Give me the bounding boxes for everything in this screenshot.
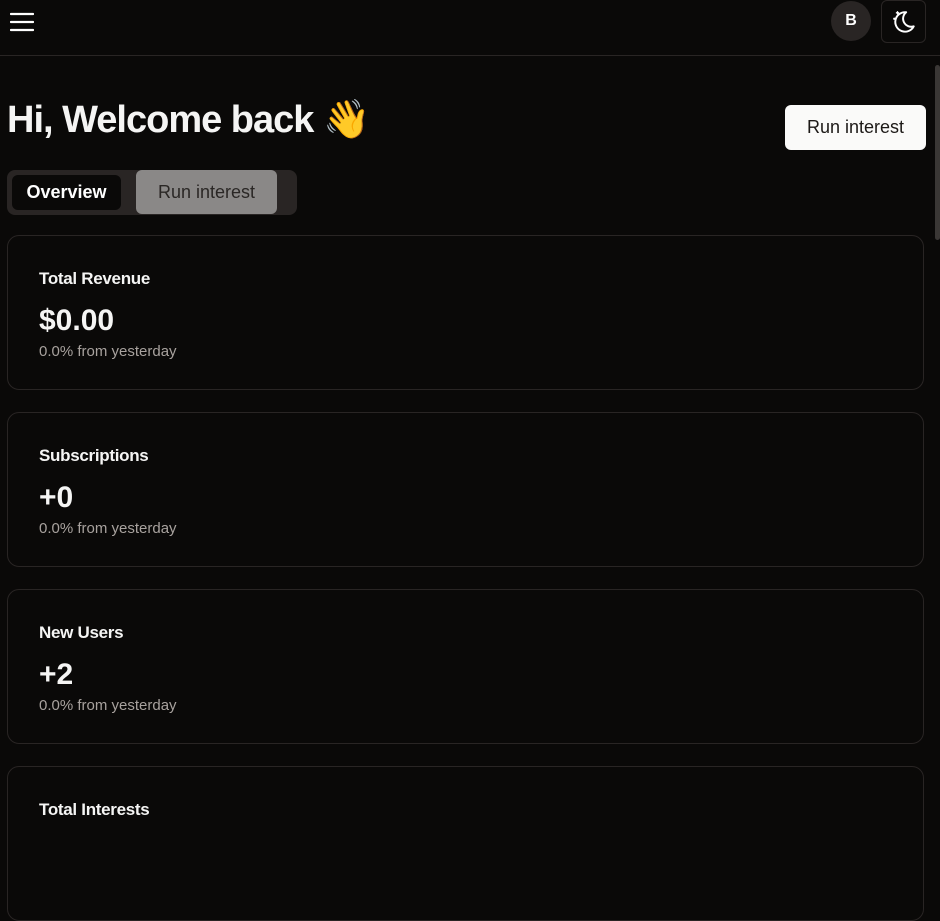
stat-card-subscriptions: Subscriptions +0 0.0% from yesterday xyxy=(7,412,924,567)
card-subtext: 0.0% from yesterday xyxy=(39,520,177,537)
scrollbar-thumb[interactable] xyxy=(935,65,940,240)
stat-card-total-revenue: Total Revenue $0.00 0.0% from yesterday xyxy=(7,235,924,390)
card-value: $0.00 xyxy=(39,304,115,337)
theme-toggle-button[interactable] xyxy=(881,0,926,43)
card-title: Subscriptions xyxy=(39,446,149,465)
card-title: Total Interests xyxy=(39,800,150,819)
card-subtext: 0.0% from yesterday xyxy=(39,697,177,714)
tab-list: Overview Run interest xyxy=(7,170,297,215)
card-value: +2 xyxy=(39,658,74,691)
run-interest-button[interactable]: Run interest xyxy=(785,105,926,150)
stat-card-new-users: New Users +2 0.0% from yesterday xyxy=(7,589,924,744)
avatar-initial: B xyxy=(845,12,857,29)
hamburger-menu-icon[interactable] xyxy=(9,10,35,34)
tab-overview[interactable]: Overview xyxy=(12,175,121,210)
card-subtext: 0.0% from yesterday xyxy=(39,343,177,360)
stat-card-total-interests: Total Interests xyxy=(7,766,924,921)
tab-run-interest[interactable]: Run interest xyxy=(136,170,277,214)
card-title: Total Revenue xyxy=(39,269,151,288)
page-title: Hi, Welcome back 👋 xyxy=(7,99,370,141)
top-header: B xyxy=(0,0,940,56)
moon-stars-icon xyxy=(892,10,915,33)
card-value: +0 xyxy=(39,481,74,514)
avatar[interactable]: B xyxy=(831,1,871,41)
card-title: New Users xyxy=(39,623,124,642)
